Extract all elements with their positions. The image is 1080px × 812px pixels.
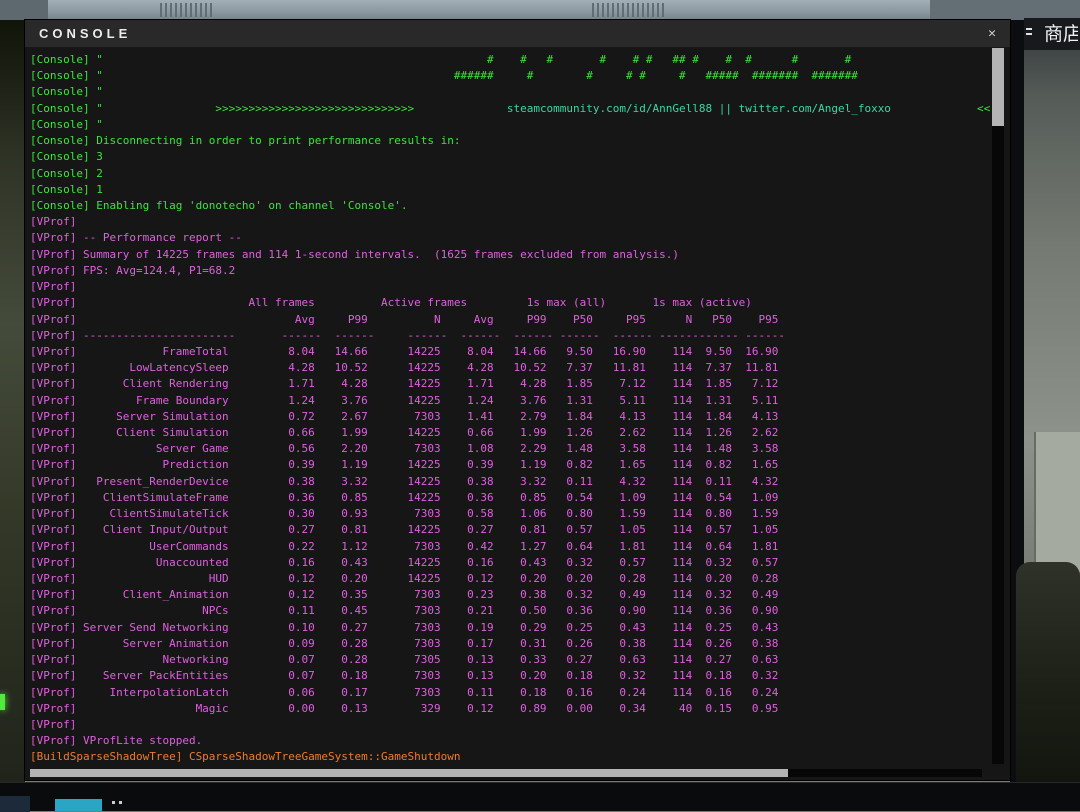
console-line: [VProf] Avg P99 N Avg P99 P50 P95 N P50 … [30,312,779,326]
console-line: [VProf] LowLatencySleep 4.28 10.52 14225… [30,361,779,375]
console-line: [VProf] Frame Boundary 1.24 3.76 14225 1… [30,393,779,407]
console-line: [VProf] VProfLite stopped. [30,734,203,748]
console-body: [Console] " # # # # # # ## # # # # # [Con… [25,47,1010,780]
horizontal-scrollbar-thumb[interactable] [30,769,788,777]
hud-marker-icon [1026,28,1032,38]
vertical-scrollbar-thumb[interactable] [992,48,1004,126]
console-line: [VProf] Client Simulation 0.66 1.99 1422… [30,426,779,440]
console-line: [VProf] Summary of 14225 frames and 114 … [30,247,680,261]
console-line: [VProf] Client Input/Output 0.27 0.81 14… [30,523,779,537]
console-line: [Console] Enabling flag 'donotecho' on c… [30,198,408,212]
console-line: [BuildSparseShadowTree] CSparseShadowTre… [30,750,461,764]
scene-shadow [0,0,48,20]
console-line: [Console] " [30,85,103,99]
console-line: [VProf] Networking 0.07 0.28 7305 0.13 0… [30,653,779,667]
bottom-bar-block [0,796,30,812]
console-line: [VProf] UserCommands 0.22 1.12 7303 0.42… [30,539,779,553]
console-line: [VProf] Server Animation 0.09 0.28 7303 … [30,636,779,650]
console-line: [VProf] FrameTotal 8.04 14.66 14225 8.04… [30,344,779,358]
bottom-bar-dot [119,801,122,804]
scene-vent [160,3,215,17]
console-line: [VProf] ClientSimulateFrame 0.36 0.85 14… [30,490,779,504]
console-line: [Console] 2 [30,166,103,180]
console-line: [VProf] Unaccounted 0.16 0.43 14225 0.16… [30,555,779,569]
bottom-bar [0,782,1080,812]
game-scene-top [0,0,1080,20]
console-line: [VProf] Client Rendering 1.71 4.28 14225… [30,377,779,391]
console-window: CONSOLE ✕ [Console] " # # # # # # ## # #… [24,19,1011,781]
scene-shadow [930,0,1080,20]
console-title: CONSOLE [39,26,132,41]
console-line: [VProf] HUD 0.12 0.20 14225 0.12 0.20 0.… [30,572,779,585]
console-line: [VProf] Present_RenderDevice 0.38 3.32 1… [30,474,779,488]
console-line: [VProf] NPCs 0.11 0.45 7303 0.21 0.50 0.… [30,604,779,618]
scene-green-light [0,694,5,710]
console-line: [VProf] -- Performance report -- [30,231,242,245]
console-line: [VProf] Client_Animation 0.12 0.35 7303 … [30,588,779,602]
console-titlebar[interactable]: CONSOLE ✕ [25,20,1010,47]
console-line: [VProf] ClientSimulateTick 0.30 0.93 730… [30,507,779,521]
console-line: [VProf] [30,215,77,229]
console-line: [Console] 1 [30,182,103,196]
console-line: [Console] " [30,117,103,131]
console-line: [Console] " >>>>>>>>>>>>>>>>>>>>>>>>>>>>… [30,101,990,115]
console-line: [VProf] All frames Active frames 1s max … [30,296,752,310]
console-line: [Console] " ###### # # # # # ##### #####… [30,69,858,83]
console-line: [VProf] [30,717,77,731]
close-icon[interactable]: ✕ [988,27,996,40]
console-line: [VProf] Server Game 0.56 2.20 7303 1.08 … [30,442,779,456]
console-output: [Console] " # # # # # # ## # # # # # [Con… [30,52,990,768]
console-line: [VProf] ----------------------- ------ -… [30,328,785,342]
console-line: [VProf] InterpolationLatch 0.06 0.17 730… [30,685,779,699]
console-line: [VProf] Server Send Networking 0.10 0.27… [30,620,779,634]
scene-panel [1034,432,1080,572]
console-line: [Console] Disconnecting in order to prin… [30,134,461,148]
vertical-scrollbar[interactable] [992,48,1004,764]
scene-dark-object [1016,562,1080,782]
bottom-bar-dot [112,801,115,804]
console-line: [Console] 3 [30,150,103,164]
game-scene-left [0,20,25,782]
shop-label[interactable]: 商店 [1044,23,1078,47]
horizontal-scrollbar[interactable] [30,769,982,777]
console-line: [Console] " # # # # # # ## # # # # # [30,53,852,66]
scene-vent [592,3,664,17]
console-line: [VProf] Prediction 0.39 1.19 14225 0.39 … [30,458,779,472]
console-line: [VProf] FPS: Avg=124.4, P1=68.2 [30,263,236,277]
console-line: [VProf] [30,280,77,294]
console-line: [VProf] Server Simulation 0.72 2.67 7303… [30,409,779,423]
console-line: [VProf] Server PackEntities 0.07 0.18 73… [30,669,779,683]
console-line: [VProf] Magic 0.00 0.13 329 0.12 0.89 0.… [30,701,779,715]
bottom-bar-accent [55,799,102,811]
